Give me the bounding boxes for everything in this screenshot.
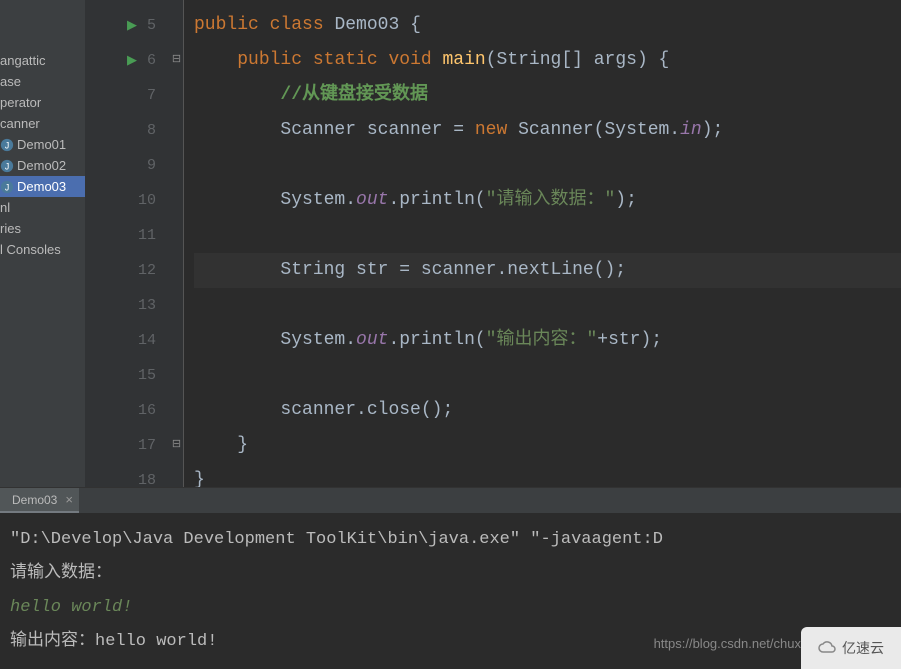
logo-badge: 亿速云 [801, 627, 901, 669]
line-number-gutter: ▶5 ▶6 7 8 9 10 11 12 13 14 15 16 17 18 [85, 0, 170, 487]
svg-text:J: J [5, 182, 9, 192]
console-tab[interactable]: Demo03 × [0, 488, 79, 513]
java-class-icon: J [0, 138, 14, 152]
sidebar-item[interactable]: canner [0, 113, 85, 134]
close-icon[interactable]: × [65, 492, 73, 507]
console-input: hello world! [10, 591, 891, 625]
java-class-icon: J [0, 180, 14, 194]
svg-text:J: J [5, 161, 9, 171]
java-class-icon: J [0, 159, 14, 173]
console-command: "D:\Develop\Java Development ToolKit\bin… [10, 523, 891, 557]
fold-column: ⊟ ⊟ [170, 0, 184, 487]
sidebar-item[interactable]: nl [0, 197, 85, 218]
run-gutter-icon[interactable]: ▶ [127, 8, 137, 43]
project-sidebar: angattic ase perator canner J Demo01 J D… [0, 0, 85, 487]
watermark-text: https://blog.csdn.net/chux [654, 627, 801, 661]
sidebar-item[interactable]: l Consoles [0, 239, 85, 260]
cloud-icon [818, 640, 838, 656]
run-console[interactable]: "D:\Develop\Java Development ToolKit\bin… [0, 513, 901, 669]
sidebar-item-demo01[interactable]: J Demo01 [0, 134, 85, 155]
code-editor[interactable]: ▶5 ▶6 7 8 9 10 11 12 13 14 15 16 17 18 ⊟… [85, 0, 901, 487]
console-output: 请输入数据： [10, 557, 891, 591]
sidebar-item[interactable]: perator [0, 92, 85, 113]
fold-end-icon[interactable]: ⊟ [170, 428, 183, 463]
svg-text:J: J [5, 140, 9, 150]
sidebar-item-demo03[interactable]: J Demo03 [0, 176, 85, 197]
fold-icon[interactable]: ⊟ [170, 43, 183, 78]
run-gutter-icon[interactable]: ▶ [127, 43, 137, 78]
code-area[interactable]: public class Demo03 { public static void… [184, 0, 901, 487]
console-tab-bar: Demo03 × [0, 487, 901, 513]
sidebar-item-demo02[interactable]: J Demo02 [0, 155, 85, 176]
sidebar-item[interactable]: angattic [0, 50, 85, 71]
sidebar-item[interactable]: ries [0, 218, 85, 239]
sidebar-item[interactable]: ase [0, 71, 85, 92]
